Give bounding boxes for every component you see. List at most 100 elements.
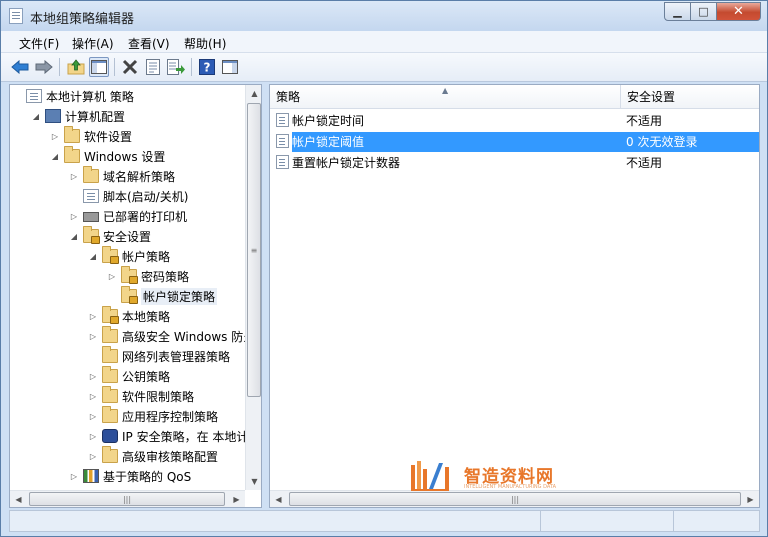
tree-hscroll-thumb[interactable]: ||| (29, 492, 225, 506)
scroll-right-arrow-icon[interactable]: ▶ (228, 491, 245, 507)
expand-triangle-icon[interactable]: ▷ (88, 306, 98, 326)
expand-triangle-icon[interactable]: ▷ (88, 326, 98, 346)
expand-triangle-icon[interactable]: ▷ (88, 426, 98, 446)
expand-triangle-icon[interactable]: ▷ (69, 466, 79, 486)
status-bar (9, 510, 760, 532)
menu-file[interactable]: 文件(F) (19, 35, 59, 52)
policy-row[interactable]: 帐户锁定阈值 0 次无效登录 (270, 131, 759, 152)
ipsec-icon (102, 429, 118, 443)
policy-row[interactable]: 帐户锁定时间 不适用 (270, 110, 759, 131)
back-arrow-icon[interactable] (10, 57, 30, 77)
properties-icon[interactable] (143, 57, 163, 77)
security-setting-value: 0 次无效登录 (620, 131, 759, 152)
qos-chart-icon (83, 469, 99, 483)
tree-item[interactable]: ◢ 安全设置 (69, 226, 151, 246)
tree-item-label: IP 安全策略，在 本地计算机 (122, 429, 262, 444)
security-folder-icon (102, 306, 119, 324)
tree-item[interactable]: 脚本(启动/关机) (69, 186, 188, 206)
tree-item[interactable]: ▷ 本地策略 (88, 306, 170, 326)
security-folder-icon (121, 266, 138, 284)
tree-item[interactable]: ◢ Windows 设置 (50, 146, 165, 166)
expand-triangle-icon[interactable]: ▷ (107, 266, 117, 286)
policy-row[interactable]: 重置帐户锁定计数器 不适用 (270, 152, 759, 173)
policy-setting-icon (276, 113, 289, 127)
tree-item-label: 帐户锁定策略 (141, 287, 218, 305)
tree-item-label: Windows 设置 (84, 149, 166, 164)
menu-action[interactable]: 操作(A) (72, 35, 114, 52)
tree-item-label: 公钥策略 (122, 369, 171, 384)
tree-item[interactable]: ▷ 基于策略的 QoS (69, 466, 191, 486)
tree-item[interactable]: ▷ 软件设置 (50, 126, 132, 146)
show-hide-tree-icon[interactable] (89, 57, 109, 77)
scroll-right-arrow-icon[interactable]: ▶ (742, 491, 759, 507)
expand-triangle-icon[interactable]: ▷ (50, 126, 60, 146)
close-button[interactable]: ✕ (717, 2, 761, 21)
scroll-down-arrow-icon[interactable]: ▼ (246, 473, 261, 490)
tree-item[interactable]: ◢ 帐户策略 (88, 246, 170, 266)
policy-editor-app-icon (9, 8, 23, 24)
menu-view[interactable]: 查看(V) (128, 35, 170, 52)
tree-item[interactable]: 本地计算机 策略 (12, 86, 134, 106)
console-tree[interactable]: 本地计算机 策略 ◢ 计算机配置 ▷ 软件设置 ◢ Windows 设置 ▷ 域名解析策略 脚本(… (9, 84, 262, 508)
tree-vertical-scrollbar[interactable]: ▲ ≡ ▼ (245, 85, 261, 490)
minimize-button[interactable]: ▁ (664, 2, 691, 21)
status-divider (540, 511, 541, 531)
security-setting-value: 不适用 (626, 114, 663, 128)
tree-item[interactable]: ▷ 域名解析策略 (69, 166, 175, 186)
list-hscroll-thumb[interactable]: ||| (289, 492, 741, 506)
security-folder-icon (102, 246, 119, 264)
tree-vscroll-thumb[interactable]: ≡ (247, 103, 261, 397)
tree-item[interactable]: ▷ IP 安全策略，在 本地计算机 (88, 426, 262, 446)
up-folder-icon[interactable] (66, 57, 86, 77)
expand-triangle-icon[interactable]: ▷ (88, 366, 98, 386)
show-hide-action-pane-icon[interactable] (220, 57, 240, 77)
watermark-subtext: INTELLIGENT MANUFACTURING DATA (464, 484, 557, 490)
expand-triangle-icon[interactable]: ▷ (88, 406, 98, 426)
tree-horizontal-scrollbar[interactable]: ◀ ||| ▶ (10, 490, 245, 507)
details-pane[interactable]: 策略 ▲ 安全设置 帐户锁定时间 不适用 帐户锁定阈值 0 次无效登录 重置帐户锁定计数… (269, 84, 760, 508)
collapse-triangle-icon[interactable]: ◢ (88, 246, 98, 266)
policy-doc-icon (26, 89, 42, 103)
toolbar-separator (191, 58, 192, 76)
tree-item[interactable]: ▷ 高级安全 Windows 防火墙 (88, 326, 261, 346)
scroll-left-arrow-icon[interactable]: ◀ (10, 491, 27, 507)
scroll-left-arrow-icon[interactable]: ◀ (270, 491, 287, 507)
tree-item[interactable]: ◢ 计算机配置 (31, 106, 125, 126)
folder-icon (102, 406, 118, 423)
folder-icon (64, 146, 80, 163)
title-bar[interactable]: 本地组策略编辑器 ▁ □ ✕ (1, 1, 767, 31)
tree-item[interactable]: ▷ 公钥策略 (88, 366, 170, 386)
expand-triangle-icon[interactable]: ▷ (88, 446, 98, 466)
delete-icon[interactable] (120, 57, 140, 77)
maximize-button[interactable]: □ (691, 2, 717, 21)
tree-item[interactable]: ▷ 应用程序控制策略 (88, 406, 218, 426)
tree-item-label: 本地计算机 策略 (46, 89, 134, 104)
window-controls: ▁ □ ✕ (664, 2, 761, 22)
help-icon[interactable]: ? (197, 57, 217, 77)
tree-item[interactable]: ▷ 高级审核策略配置 (88, 446, 218, 466)
collapse-triangle-icon[interactable]: ◢ (50, 146, 60, 166)
menu-help[interactable]: 帮助(H) (184, 35, 226, 52)
menu-bar: 文件(F) 操作(A) 查看(V) 帮助(H) (1, 31, 767, 53)
column-setting-label: 安全设置 (627, 90, 676, 104)
policy-name: 重置帐户锁定计数器 (292, 156, 401, 170)
column-header-security-setting[interactable]: 安全设置 (621, 85, 759, 109)
tree-item-label: 高级审核策略配置 (122, 449, 219, 464)
toolbar: ? (1, 53, 767, 82)
svg-text:?: ? (204, 61, 211, 75)
expand-triangle-icon[interactable]: ▷ (69, 206, 79, 226)
forward-arrow-icon[interactable] (34, 57, 54, 77)
collapse-triangle-icon[interactable]: ◢ (69, 226, 79, 246)
tree-item[interactable]: 网络列表管理器策略 (88, 346, 230, 366)
tree-item[interactable]: ▷ 密码策略 (107, 266, 189, 286)
policy-setting-icon (276, 134, 289, 148)
export-list-icon[interactable] (166, 57, 186, 77)
collapse-triangle-icon[interactable]: ◢ (31, 106, 41, 126)
scroll-up-arrow-icon[interactable]: ▲ (246, 85, 261, 102)
tree-item[interactable]: ▷ 软件限制策略 (88, 386, 194, 406)
expand-triangle-icon[interactable]: ▷ (88, 386, 98, 406)
expand-triangle-icon[interactable]: ▷ (69, 166, 79, 186)
tree-item[interactable]: 帐户锁定策略 (107, 286, 218, 306)
tree-item[interactable]: ▷ 已部署的打印机 (69, 206, 187, 226)
main-window: 本地组策略编辑器 ▁ □ ✕ 文件(F) 操作(A) 查看(V) 帮助(H) ?… (0, 0, 768, 537)
